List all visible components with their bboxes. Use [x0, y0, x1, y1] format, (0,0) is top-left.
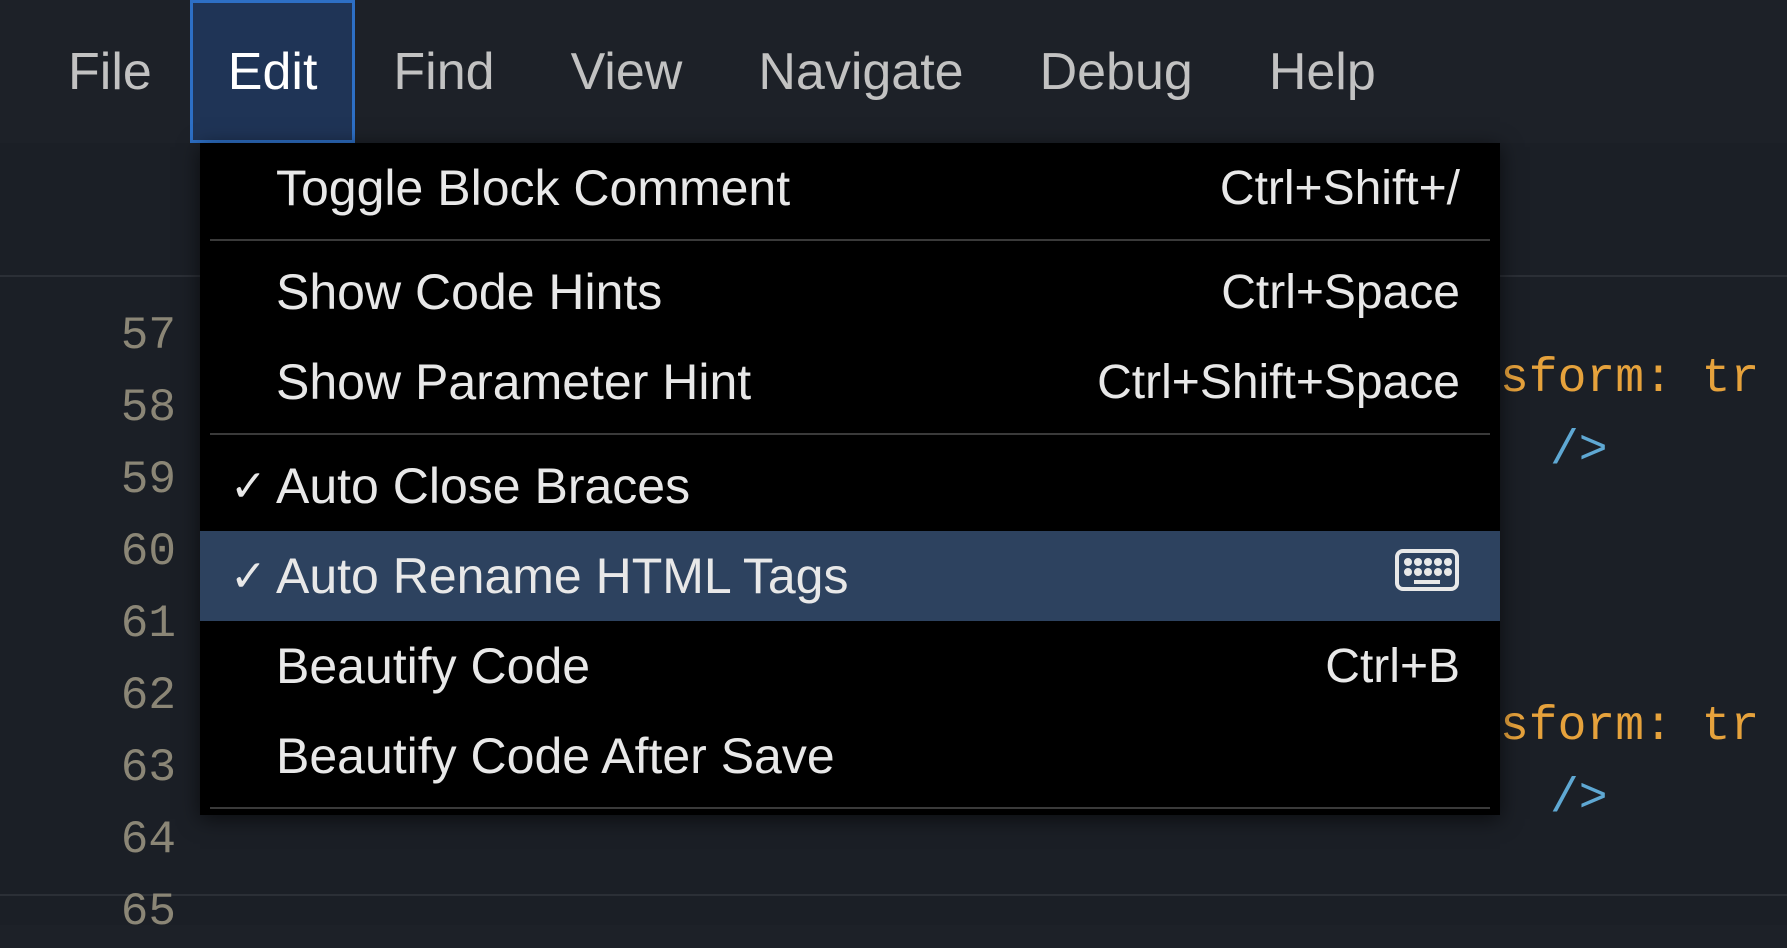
menu-item-label: Auto Rename HTML Tags — [276, 547, 1394, 605]
code-fragment: /> — [1550, 772, 1608, 826]
line-number: 60 — [0, 516, 176, 588]
menu-separator — [210, 433, 1490, 435]
menu-item-auto-rename-html-tags[interactable]: ✓ Auto Rename HTML Tags — [200, 531, 1500, 621]
menu-item-label: Beautify Code — [276, 637, 1325, 695]
menu-item-show-code-hints[interactable]: Show Code Hints Ctrl+Space — [200, 247, 1500, 337]
menu-item-label: Toggle Block Comment — [276, 159, 1220, 217]
line-number-gutter: 57 58 59 60 61 62 63 64 65 — [0, 300, 190, 948]
check-icon: ✓ — [230, 461, 276, 512]
menu-item-toggle-block-comment[interactable]: Toggle Block Comment Ctrl+Shift+/ — [200, 143, 1500, 233]
menu-item-shortcut: Ctrl+B — [1325, 639, 1460, 694]
menu-item-show-parameter-hint[interactable]: Show Parameter Hint Ctrl+Shift+Space — [200, 337, 1500, 427]
menu-item-shortcut: Ctrl+Shift+/ — [1220, 161, 1460, 216]
menu-item-shortcut: Ctrl+Shift+Space — [1097, 355, 1460, 410]
menu-item-label: Show Code Hints — [276, 263, 1221, 321]
menubar-help[interactable]: Help — [1231, 0, 1414, 143]
menubar: File Edit Find View Navigate Debug Help — [0, 0, 1787, 143]
code-fragment: /> — [1550, 424, 1608, 478]
line-number: 63 — [0, 732, 176, 804]
keyboard-icon — [1394, 546, 1460, 606]
line-number: 65 — [0, 876, 176, 948]
menubar-file[interactable]: File — [30, 0, 190, 143]
code-fragment: sform: tr — [1500, 700, 1759, 754]
edit-menu-dropdown: Toggle Block Comment Ctrl+Shift+/ Show C… — [200, 143, 1500, 815]
menu-item-auto-close-braces[interactable]: ✓ Auto Close Braces — [200, 441, 1500, 531]
menubar-edit[interactable]: Edit — [190, 0, 356, 143]
menu-item-beautify-code-after-save[interactable]: Beautify Code After Save — [200, 711, 1500, 801]
line-number: 59 — [0, 444, 176, 516]
editor-divider-bottom — [0, 894, 1787, 896]
line-number: 58 — [0, 372, 176, 444]
line-number: 62 — [0, 660, 176, 732]
line-number: 64 — [0, 804, 176, 876]
menubar-navigate[interactable]: Navigate — [720, 0, 1001, 143]
menu-item-label: Beautify Code After Save — [276, 727, 1460, 785]
line-number: 57 — [0, 300, 176, 372]
menu-separator — [210, 807, 1490, 809]
menu-item-beautify-code[interactable]: Beautify Code Ctrl+B — [200, 621, 1500, 711]
menubar-find[interactable]: Find — [355, 0, 532, 143]
menu-item-label: Auto Close Braces — [276, 457, 1460, 515]
menubar-debug[interactable]: Debug — [1002, 0, 1231, 143]
line-number: 61 — [0, 588, 176, 660]
menu-item-shortcut: Ctrl+Space — [1221, 265, 1460, 320]
menubar-view[interactable]: View — [533, 0, 721, 143]
code-fragment: sform: tr — [1500, 352, 1759, 406]
menu-separator — [210, 239, 1490, 241]
menu-item-label: Show Parameter Hint — [276, 353, 1097, 411]
check-icon: ✓ — [230, 551, 276, 602]
